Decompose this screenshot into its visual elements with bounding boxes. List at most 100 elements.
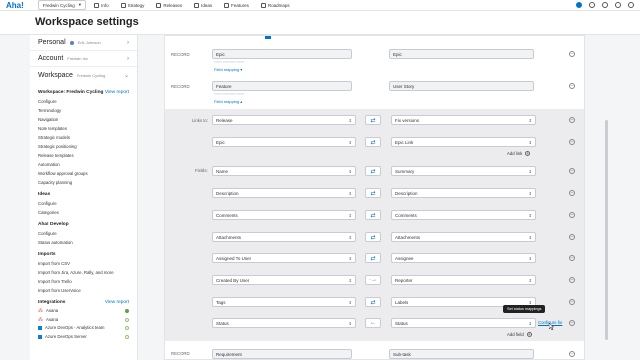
field-aha-select[interactable]: Attachments ⇕ [212, 232, 356, 242]
field-aha-select[interactable]: Comments ⇕ [212, 210, 356, 220]
remove-field-icon[interactable]: – [569, 234, 575, 240]
aha-record-select[interactable]: Requirement [212, 349, 352, 359]
ideas-icon [194, 2, 200, 8]
sidebar-link-import-jira[interactable]: Import from Jira, Azure, Rally, and more [38, 268, 129, 277]
remove-field-icon[interactable]: – [569, 190, 575, 196]
field-mapping-link[interactable]: Field mapping ▴ [214, 99, 242, 104]
field-jira-select[interactable]: Status ⇕ [391, 318, 536, 328]
sidebar-link-capacity-planning[interactable]: Capacity planning [38, 178, 129, 187]
sidebar-link-status-automation[interactable]: Status automation [38, 238, 129, 247]
sidebar-link-automation[interactable]: Automation [38, 160, 129, 169]
add-link-button[interactable]: Add link + [507, 151, 531, 156]
aha-record-select[interactable]: Feature [212, 81, 352, 91]
sidebar-link-strategic-models[interactable]: Strategic models [38, 133, 129, 142]
sidebar-integration-asana-2[interactable]: ⁂ Asana [38, 316, 129, 325]
plus-icon: + [526, 332, 532, 337]
top-right-icons [576, 2, 634, 8]
nav-releases[interactable]: Releases [156, 2, 182, 8]
field-aha-select[interactable]: Created By User ⇕ [212, 275, 356, 285]
sidebar-account[interactable]: Account Fredwin Inc › [30, 51, 137, 67]
sidebar-link-strategic-positioning[interactable]: Strategic positioning [38, 142, 129, 151]
sidebar-heading-develop: Aha! Develop [38, 222, 69, 227]
notifications-icon[interactable] [615, 2, 621, 8]
field-aha-select[interactable]: Description ⇕ [212, 188, 356, 198]
jira-record-select[interactable]: Epic [389, 49, 534, 59]
sync-both-directions-icon[interactable]: ⇄ [365, 210, 381, 220]
sidebar-link-configure[interactable]: Configure [38, 97, 129, 106]
scrollbar[interactable] [605, 120, 608, 340]
field-mapping-link[interactable]: Field mapping ▾ [214, 67, 242, 72]
field-jira-select[interactable]: Description ⇕ [391, 188, 536, 198]
sidebar-workspace[interactable]: Workspace Fredwin Cycling ⌄ [30, 67, 137, 83]
sidebar-link-import-csv[interactable]: Import from CSV [38, 259, 129, 268]
nav-ideas[interactable]: Ideas [194, 2, 212, 8]
sync-both-directions-icon[interactable]: ⇄ [365, 232, 381, 242]
add-icon[interactable] [628, 2, 634, 8]
integrations-view-report-link[interactable]: View report [105, 300, 129, 305]
sync-both-directions-icon[interactable]: ⇄ [365, 188, 381, 198]
link-aha-select[interactable]: Epic ⇕ [212, 137, 356, 147]
link-jira-select[interactable]: Fix versions ⇕ [391, 115, 536, 125]
remove-field-icon[interactable]: – [569, 168, 575, 174]
asana-icon: ⁂ [38, 316, 43, 323]
remove-field-icon[interactable]: – [569, 212, 575, 218]
view-report-link[interactable]: View report [105, 90, 129, 95]
nav-info[interactable]: Info [94, 2, 109, 8]
sync-to-right-icon[interactable]: ·→ [365, 275, 381, 285]
sync-both-directions-icon[interactable]: ⇄ [365, 253, 381, 263]
settings-icon[interactable] [602, 2, 608, 8]
workspace-selector[interactable]: Fredwin Cycling ▾ [37, 0, 87, 10]
nav-strategy[interactable]: Strategy [120, 2, 144, 8]
sidebar-link-navigation[interactable]: Navigation [38, 115, 129, 124]
field-aha-select[interactable]: Assigned To User ⇕ [212, 253, 356, 263]
remove-field-icon[interactable]: – [569, 320, 575, 326]
sidebar-link-release-templates[interactable]: Release templates [38, 151, 129, 160]
sidebar-integration-azure-analytics[interactable]: Azure DevOps - Analytics team [38, 324, 129, 333]
add-field-button[interactable]: Add field + [507, 332, 532, 337]
field-jira-select[interactable]: Attachments ⇕ [391, 232, 536, 242]
sidebar-personal[interactable]: Personal Erik Johnson › [30, 35, 137, 51]
field-jira-select[interactable]: Comments ⇕ [391, 210, 536, 220]
aha-record-select[interactable]: Epic [212, 49, 352, 59]
aha-logo[interactable]: Aha! [6, 1, 24, 10]
sidebar-link-import-uservoice[interactable]: Import from UserVoice [38, 286, 129, 295]
jira-record-select[interactable]: Sub-task [389, 349, 534, 359]
field-aha-select[interactable]: Name ⇕ [212, 166, 356, 176]
sidebar-link-ideas-configure[interactable]: Configure [38, 199, 129, 208]
nav-features[interactable]: Features [224, 2, 249, 8]
sidebar-link-categories[interactable]: Categories [38, 208, 129, 217]
avatar[interactable] [576, 2, 582, 8]
field-jira-select[interactable]: Assignee ⇕ [391, 253, 536, 263]
jira-record-select[interactable]: User Story [389, 81, 534, 91]
sidebar-integration-asana-1[interactable]: ⁂ Asana [38, 307, 129, 316]
sync-both-directions-icon[interactable]: ⇄ [365, 115, 381, 125]
link-aha-select[interactable]: Release ⇕ [212, 115, 356, 125]
sync-both-directions-icon[interactable]: ⇄ [365, 137, 381, 147]
field-jira-select[interactable]: Summary ⇕ [391, 166, 536, 176]
select-arrow-icon: ⇕ [528, 234, 532, 240]
sync-both-directions-icon[interactable]: ⇄ [365, 297, 381, 307]
remove-link-icon[interactable]: – [569, 117, 575, 123]
help-icon[interactable] [589, 2, 595, 8]
sidebar-integration-azure-server[interactable]: Azure DevOps Server [38, 333, 129, 342]
remove-field-icon[interactable]: – [569, 299, 575, 305]
sidebar-link-import-trello[interactable]: Import from Trello [38, 277, 129, 286]
field-aha-select[interactable]: Tags ⇕ [212, 297, 356, 307]
sidebar-link-develop-configure[interactable]: Configure [38, 229, 129, 238]
link-jira-select[interactable]: Epic Link ⇕ [391, 137, 536, 147]
sidebar-link-workflow-approval-groups[interactable]: Workflow approval groups [38, 169, 129, 178]
sidebar-link-note-templates[interactable]: Note templates [38, 124, 129, 133]
sync-both-directions-icon[interactable]: ⇄ [365, 166, 381, 176]
remove-record-icon[interactable]: – [569, 51, 575, 57]
mapping-panel: ▾ RECORD Epic Epic ▪▪▪▪▪▪ ▪▪▪▪▪▪▪▪▪ ▪▪▪▪… [164, 35, 585, 360]
nav-roadmaps[interactable]: Roadmaps [260, 2, 290, 8]
remove-record-icon[interactable]: – [569, 83, 575, 89]
field-aha-select[interactable]: Status ⇕ [212, 318, 356, 328]
remove-field-icon[interactable]: – [569, 255, 575, 261]
remove-record-icon[interactable]: – [569, 351, 575, 357]
sidebar-link-terminology[interactable]: Terminology [38, 106, 129, 115]
sync-to-left-icon[interactable]: ← [365, 318, 381, 328]
remove-link-icon[interactable]: – [569, 139, 575, 145]
remove-field-icon[interactable]: – [569, 277, 575, 283]
field-jira-select[interactable]: Reporter ⇕ [391, 275, 536, 285]
